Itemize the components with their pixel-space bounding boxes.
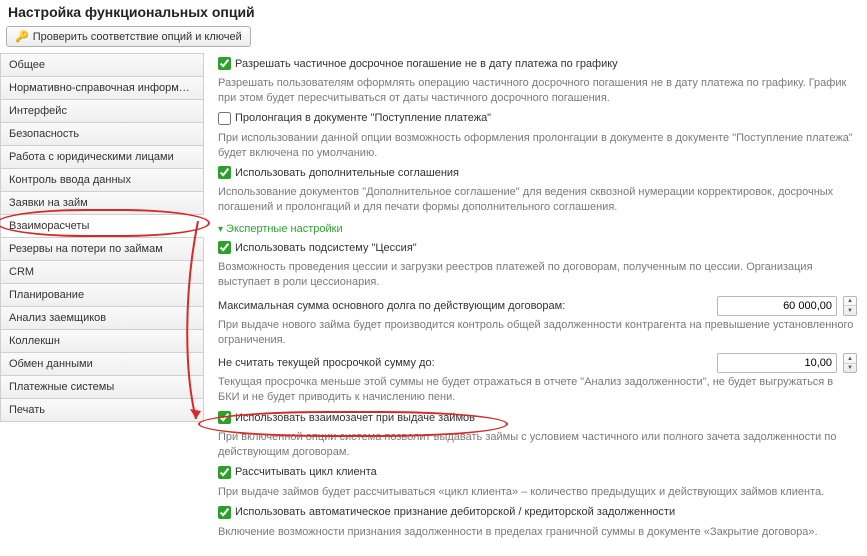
toolbar: 🔑 Проверить соответствие опций и ключей	[0, 24, 867, 53]
sidebar-item-label: Коллекшн	[9, 335, 60, 347]
option-additional-agreements-desc: Использование документов "Дополнительное…	[218, 185, 857, 215]
field-label: Не считать текущей просрочкой сумму до:	[218, 357, 435, 369]
option-cession[interactable]: Использовать подсистему "Цессия"	[218, 241, 417, 254]
sidebar-item-input-control[interactable]: Контроль ввода данных	[0, 169, 204, 192]
sidebar-item-label: Контроль ввода данных	[9, 174, 131, 186]
sidebar-item-legal[interactable]: Работа с юридическими лицами	[0, 146, 204, 169]
option-offset-on-loan-issue-checkbox[interactable]	[218, 411, 231, 424]
option-cession-desc: Возможность проведения цессии и загрузки…	[218, 260, 857, 290]
check-options-label: Проверить соответствие опций и ключей	[33, 31, 242, 43]
sidebar-item-label: Анализ заемщиков	[9, 312, 106, 324]
sidebar-item-print[interactable]: Печать	[0, 399, 204, 422]
sidebar-item-borrower-analysis[interactable]: Анализ заемщиков	[0, 307, 204, 330]
sidebar-item-interface[interactable]: Интерфейс	[0, 100, 204, 123]
max-principal-debt-input[interactable]	[717, 296, 837, 316]
sidebar-item-label: CRM	[9, 266, 34, 278]
chevron-down-icon: ▾	[218, 224, 223, 235]
sidebar-item-label: Печать	[9, 404, 45, 416]
option-auto-debt-ack[interactable]: Использовать автоматическое признание де…	[218, 506, 675, 519]
spinner-down-icon[interactable]: ▼	[844, 364, 856, 373]
sidebar-item-reserves[interactable]: Резервы на потери по займам	[0, 238, 204, 261]
page-title: Настройка функциональных опций	[0, 0, 867, 24]
option-prolongation-desc: При использовании данной опции возможнос…	[218, 131, 857, 161]
option-client-cycle-desc: При выдаче займов будет рассчитываться «…	[218, 485, 857, 500]
sidebar-item-nsi[interactable]: Нормативно-справочная информация	[0, 77, 204, 100]
option-label: Использовать дополнительные соглашения	[235, 167, 459, 179]
option-prolongation-checkbox[interactable]	[218, 112, 231, 125]
option-label: Использовать подсистему "Цессия"	[235, 242, 417, 254]
option-partial-early-repay[interactable]: Разрешать частичное досрочное погашение …	[218, 57, 618, 70]
option-client-cycle-checkbox[interactable]	[218, 466, 231, 479]
option-label: Разрешать частичное досрочное погашение …	[235, 58, 618, 70]
field-max-principal-debt-desc: При выдаче нового займа будет производит…	[218, 318, 857, 348]
content-panel: Разрешать частичное досрочное погашение …	[204, 53, 867, 556]
option-cession-checkbox[interactable]	[218, 241, 231, 254]
option-additional-agreements[interactable]: Использовать дополнительные соглашения	[218, 166, 459, 179]
sidebar-item-label: Интерфейс	[9, 105, 67, 117]
option-offset-on-loan-issue-desc: При включенной опции система позволит вы…	[218, 430, 857, 460]
sidebar-item-label: Работа с юридическими лицами	[9, 151, 174, 163]
field-label: Максимальная сумма основного долга по де…	[218, 300, 565, 312]
sidebar-item-security[interactable]: Безопасность	[0, 123, 204, 146]
max-principal-debt-spinner[interactable]: ▲▼	[843, 296, 857, 316]
field-max-principal-debt: Максимальная сумма основного долга по де…	[218, 296, 857, 316]
spinner-up-icon[interactable]: ▲	[844, 354, 856, 364]
sidebar-item-label: Общее	[9, 59, 45, 71]
field-ignore-overdue-threshold: Не считать текущей просрочкой сумму до: …	[218, 353, 857, 373]
sidebar-item-label: Взаиморасчеты	[9, 220, 89, 232]
expert-settings-toggle[interactable]: ▾ Экспертные настройки	[218, 223, 343, 235]
sidebar-item-data-exchange[interactable]: Обмен данными	[0, 353, 204, 376]
option-prolongation[interactable]: Пролонгация в документе "Поступление пла…	[218, 112, 491, 125]
option-additional-agreements-checkbox[interactable]	[218, 166, 231, 179]
sidebar-item-label: Резервы на потери по займам	[9, 243, 163, 255]
sidebar: Общее Нормативно-справочная информация И…	[0, 53, 204, 422]
option-client-cycle[interactable]: Рассчитывать цикл клиента	[218, 466, 377, 479]
sidebar-item-crm[interactable]: CRM	[0, 261, 204, 284]
key-icon: 🔑	[15, 30, 29, 43]
sidebar-item-settlements[interactable]: Взаиморасчеты	[0, 215, 204, 238]
option-offset-on-loan-issue[interactable]: Использовать взаимозачет при выдаче займ…	[218, 411, 475, 424]
sidebar-item-label: Планирование	[9, 289, 84, 301]
ignore-overdue-threshold-spinner[interactable]: ▲▼	[843, 353, 857, 373]
expert-settings-label: Экспертные настройки	[226, 223, 343, 235]
sidebar-item-payment-systems[interactable]: Платежные системы	[0, 376, 204, 399]
spinner-down-icon[interactable]: ▼	[844, 306, 856, 315]
option-auto-debt-ack-checkbox[interactable]	[218, 506, 231, 519]
sidebar-item-label: Заявки на займ	[9, 197, 88, 209]
sidebar-item-label: Обмен данными	[9, 358, 93, 370]
sidebar-item-label: Нормативно-справочная информация	[9, 82, 203, 94]
option-label: Использовать автоматическое признание де…	[235, 506, 675, 518]
spinner-up-icon[interactable]: ▲	[844, 297, 856, 307]
option-partial-early-repay-desc: Разрешать пользователям оформлять операц…	[218, 76, 857, 106]
option-auto-debt-ack-desc: Включение возможности признания задолжен…	[218, 525, 857, 540]
check-options-button[interactable]: 🔑 Проверить соответствие опций и ключей	[6, 26, 251, 47]
sidebar-item-loan-requests[interactable]: Заявки на займ	[0, 192, 204, 215]
option-partial-early-repay-checkbox[interactable]	[218, 57, 231, 70]
sidebar-item-general[interactable]: Общее	[0, 54, 204, 77]
sidebar-item-label: Безопасность	[9, 128, 79, 140]
sidebar-item-planning[interactable]: Планирование	[0, 284, 204, 307]
sidebar-item-collection[interactable]: Коллекшн	[0, 330, 204, 353]
ignore-overdue-threshold-input[interactable]	[717, 353, 837, 373]
option-label: Рассчитывать цикл клиента	[235, 466, 377, 478]
option-label: Использовать взаимозачет при выдаче займ…	[235, 412, 475, 424]
field-ignore-overdue-threshold-desc: Текущая просрочка меньше этой суммы не б…	[218, 375, 857, 405]
sidebar-item-label: Платежные системы	[9, 381, 114, 393]
option-label: Пролонгация в документе "Поступление пла…	[235, 112, 491, 124]
